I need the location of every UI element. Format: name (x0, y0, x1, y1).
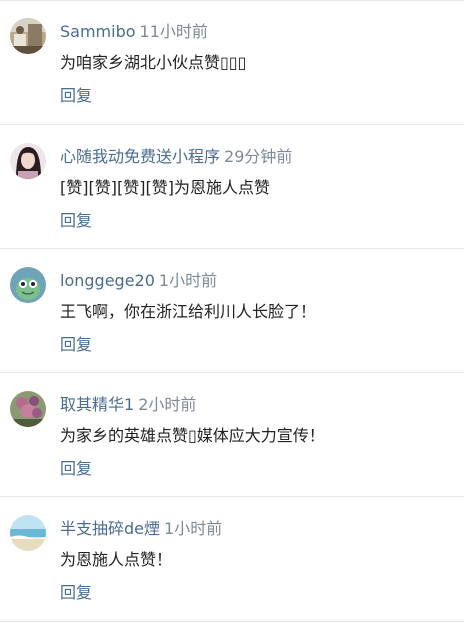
reply-button[interactable]: 回复 (60, 457, 92, 481)
comment-text: 为咱家乡湖北小伙点赞▯▯▯ (60, 53, 247, 72)
timestamp: 2小时前 (138, 395, 197, 414)
comment-text: [赞][赞][赞][赞]为恩施人点赞 (60, 178, 270, 197)
comment-meta: 半支抽碎de煙 1小时前 (60, 517, 222, 541)
timestamp: 1小时前 (164, 519, 223, 538)
comment-feed: Sammibo 11小时前 为咱家乡湖北小伙点赞▯▯▯ 回复 心随我动免费送小程序… (0, 0, 464, 623)
username-link[interactable]: 取其精华1 (60, 395, 134, 414)
comment-meta: 心随我动免费送小程序 29分钟前 (60, 145, 292, 169)
username-link[interactable]: Sammibo (60, 22, 136, 41)
timestamp: 1小时前 (158, 271, 218, 290)
username-link[interactable]: 半支抽碎de煙 (60, 519, 160, 538)
comment-meta: longgege20 1小时前 (60, 269, 217, 293)
timestamp: 11小时前 (139, 22, 208, 41)
comment-item: longgege20 1小时前 王飞啊，你在浙江给利川人长脸了！ 回复 (0, 249, 464, 373)
reply-button[interactable]: 回复 (60, 581, 92, 605)
timestamp: 29分钟前 (224, 147, 293, 166)
divider (0, 621, 464, 622)
reply-button[interactable]: 回复 (60, 84, 92, 108)
comment-meta: Sammibo 11小时前 (60, 20, 208, 44)
comment-item: 半支抽碎de煙 1小时前 为恩施人点赞！ 回复 (0, 497, 464, 621)
username-link[interactable]: longgege20 (60, 271, 155, 290)
reply-button[interactable]: 回复 (60, 209, 92, 233)
reply-button[interactable]: 回复 (60, 333, 92, 357)
comment-meta: 取其精华1 2小时前 (60, 393, 196, 417)
comment-item: Sammibo 11小时前 为咱家乡湖北小伙点赞▯▯▯ 回复 (0, 0, 464, 124)
comment-text: 王飞啊，你在浙江给利川人长脸了！ (60, 302, 317, 321)
comment-item: 取其精华1 2小时前 为家乡的英雄点赞▯媒体应大力宣传！ 回复 (0, 373, 464, 497)
cartoon-avatar-icon[interactable] (10, 267, 46, 303)
woman-avatar-icon[interactable] (10, 143, 46, 179)
flower-avatar-icon[interactable] (10, 391, 46, 427)
comment-item: 心随我动免费送小程序 29分钟前 [赞][赞][赞][赞]为恩施人点赞 回复 (0, 125, 464, 249)
username-link[interactable]: 心随我动免费送小程序 (60, 147, 220, 166)
comment-text: 为家乡的英雄点赞▯媒体应大力宣传！ (60, 426, 325, 445)
comment-text: 为恩施人点赞！ (60, 550, 173, 569)
beach-avatar-icon[interactable] (10, 515, 46, 551)
photo-avatar-icon[interactable] (10, 18, 46, 54)
